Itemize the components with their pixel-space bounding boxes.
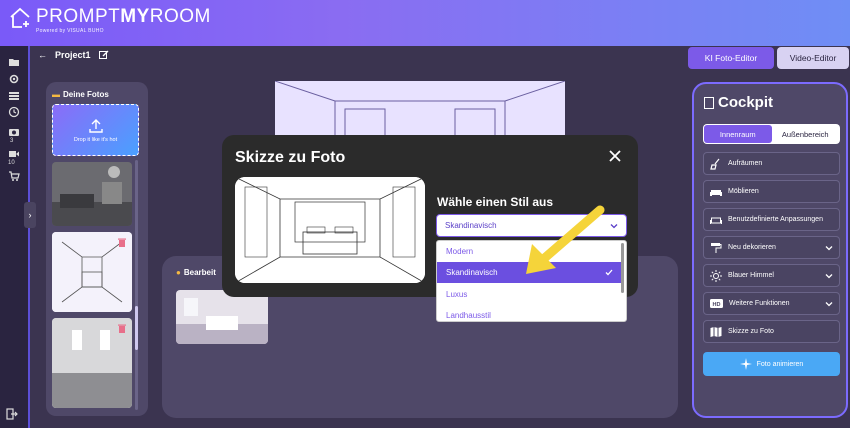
- close-icon[interactable]: [608, 149, 622, 163]
- cart-icon[interactable]: [8, 170, 20, 182]
- svg-text:HD: HD: [713, 302, 721, 308]
- chevron-down-icon: [825, 302, 833, 307]
- photos-scrollbar[interactable]: [135, 160, 138, 410]
- editing-title: ● Bearbeit: [176, 268, 216, 277]
- check-icon: [605, 269, 613, 276]
- upload-text: Drop it like it's hot: [73, 136, 118, 143]
- photos-title: ▬ Deine Fotos: [52, 90, 109, 99]
- style-label: Wähle einen Stil aus: [437, 195, 554, 209]
- animate-photo-button[interactable]: Foto animieren: [703, 352, 840, 376]
- photos-scrollbar-thumb[interactable]: [135, 306, 138, 350]
- palette-icon: ●: [176, 268, 181, 277]
- cockpit-item-moeblieren[interactable]: Möblieren: [703, 180, 840, 203]
- sofa-icon: [710, 189, 722, 196]
- style-option-modern[interactable]: Modern: [437, 241, 621, 262]
- brand-powered-by: Powered by VISUAL BUHO: [36, 28, 104, 34]
- history-icon[interactable]: [8, 106, 20, 118]
- editing-image[interactable]: [176, 290, 268, 344]
- edit-icon[interactable]: [98, 50, 109, 60]
- bedroom-photo: [176, 290, 268, 344]
- cockpit-tabs: Innenraum Außenbereich: [703, 124, 840, 144]
- cockpit-item-skizze-zu-foto[interactable]: Skizze zu Foto: [703, 320, 840, 343]
- upload-icon: [88, 118, 103, 133]
- cockpit-item-anpassungen[interactable]: Benutzdefinierte Anpassungen: [703, 208, 840, 231]
- broom-icon: [710, 158, 720, 170]
- camera-icon[interactable]: [8, 126, 20, 138]
- style-option-landhausstil[interactable]: Landhausstil: [437, 305, 621, 321]
- cockpit-item-blauer-himmel[interactable]: Blauer Himmel: [703, 264, 840, 287]
- house-plus-icon: [10, 7, 30, 28]
- left-toolbar: 3 10: [0, 46, 30, 428]
- project-name: Project1: [55, 50, 91, 60]
- cockpit-item-aufraeumen[interactable]: Aufräumen: [703, 152, 840, 175]
- cockpit-item-weitere-funktionen[interactable]: HD Weitere Funktionen: [703, 292, 840, 315]
- sofa-outline-icon: [710, 217, 722, 224]
- upload-dropzone[interactable]: Drop it like it's hot: [52, 104, 139, 156]
- folder-icon: ▬: [52, 90, 60, 99]
- sketch-preview-image: [235, 177, 425, 283]
- camera-count: 3: [10, 138, 14, 144]
- trash-icon[interactable]: [118, 238, 126, 247]
- style-option-skandinavisch[interactable]: Skandinavisch: [437, 262, 621, 283]
- video-icon[interactable]: [8, 148, 20, 160]
- photo-thumbnail[interactable]: [52, 162, 132, 226]
- bedroom-sketch: [235, 177, 425, 283]
- sparkle-icon: [739, 358, 752, 370]
- cockpit-box-icon: [704, 96, 714, 109]
- expand-sidebar-button[interactable]: ›: [24, 202, 36, 228]
- tab-ki-foto-editor[interactable]: KI Foto-Editor: [688, 47, 774, 69]
- trash-icon[interactable]: [118, 324, 126, 333]
- chevron-down-icon: [610, 224, 618, 229]
- tab-innenraum[interactable]: Innenraum: [704, 125, 772, 143]
- folder-icon[interactable]: [8, 56, 20, 68]
- living-room-photo: [52, 162, 132, 226]
- style-dropdown: Modern Skandinavisch Luxus Landhausstil: [436, 240, 627, 322]
- cockpit-item-neu-dekorieren[interactable]: Neu dekorieren: [703, 236, 840, 259]
- project-bar: ← Project1: [38, 50, 109, 60]
- chevron-down-icon: [825, 274, 833, 279]
- style-option-luxus[interactable]: Luxus: [437, 284, 621, 305]
- photos-panel: ▬ Deine Fotos Drop it like it's hot: [46, 82, 148, 416]
- tab-video-editor[interactable]: Video-Editor: [777, 47, 849, 69]
- logout-icon[interactable]: [6, 408, 18, 420]
- cockpit-panel: Cockpit Innenraum Außenbereich Aufräumen…: [692, 82, 848, 418]
- style-select[interactable]: Skandinavisch: [436, 214, 627, 237]
- dropdown-scrollbar[interactable]: [621, 243, 624, 293]
- logo[interactable]: PROMPTMYROOM Powered by VISUAL BUHO: [8, 6, 211, 34]
- app-header: PROMPTMYROOM Powered by VISUAL BUHO: [0, 0, 850, 46]
- sun-icon: [710, 269, 722, 282]
- chevron-down-icon: [825, 246, 833, 251]
- modal-title: Skizze zu Foto: [235, 149, 346, 166]
- gear-icon[interactable]: [8, 73, 20, 85]
- paint-roller-icon: [711, 242, 722, 253]
- tab-aussenbereich[interactable]: Außenbereich: [772, 125, 840, 143]
- hd-icon: HD: [710, 299, 723, 308]
- brand-name: PROMPTMYROOM: [36, 6, 211, 27]
- layers-icon[interactable]: [8, 90, 20, 102]
- video-count: 10: [8, 160, 15, 166]
- map-icon: [710, 326, 722, 337]
- chevron-right-icon: ›: [28, 210, 32, 220]
- back-arrow-icon[interactable]: ←: [38, 50, 47, 60]
- cockpit-title: Cockpit: [704, 94, 773, 111]
